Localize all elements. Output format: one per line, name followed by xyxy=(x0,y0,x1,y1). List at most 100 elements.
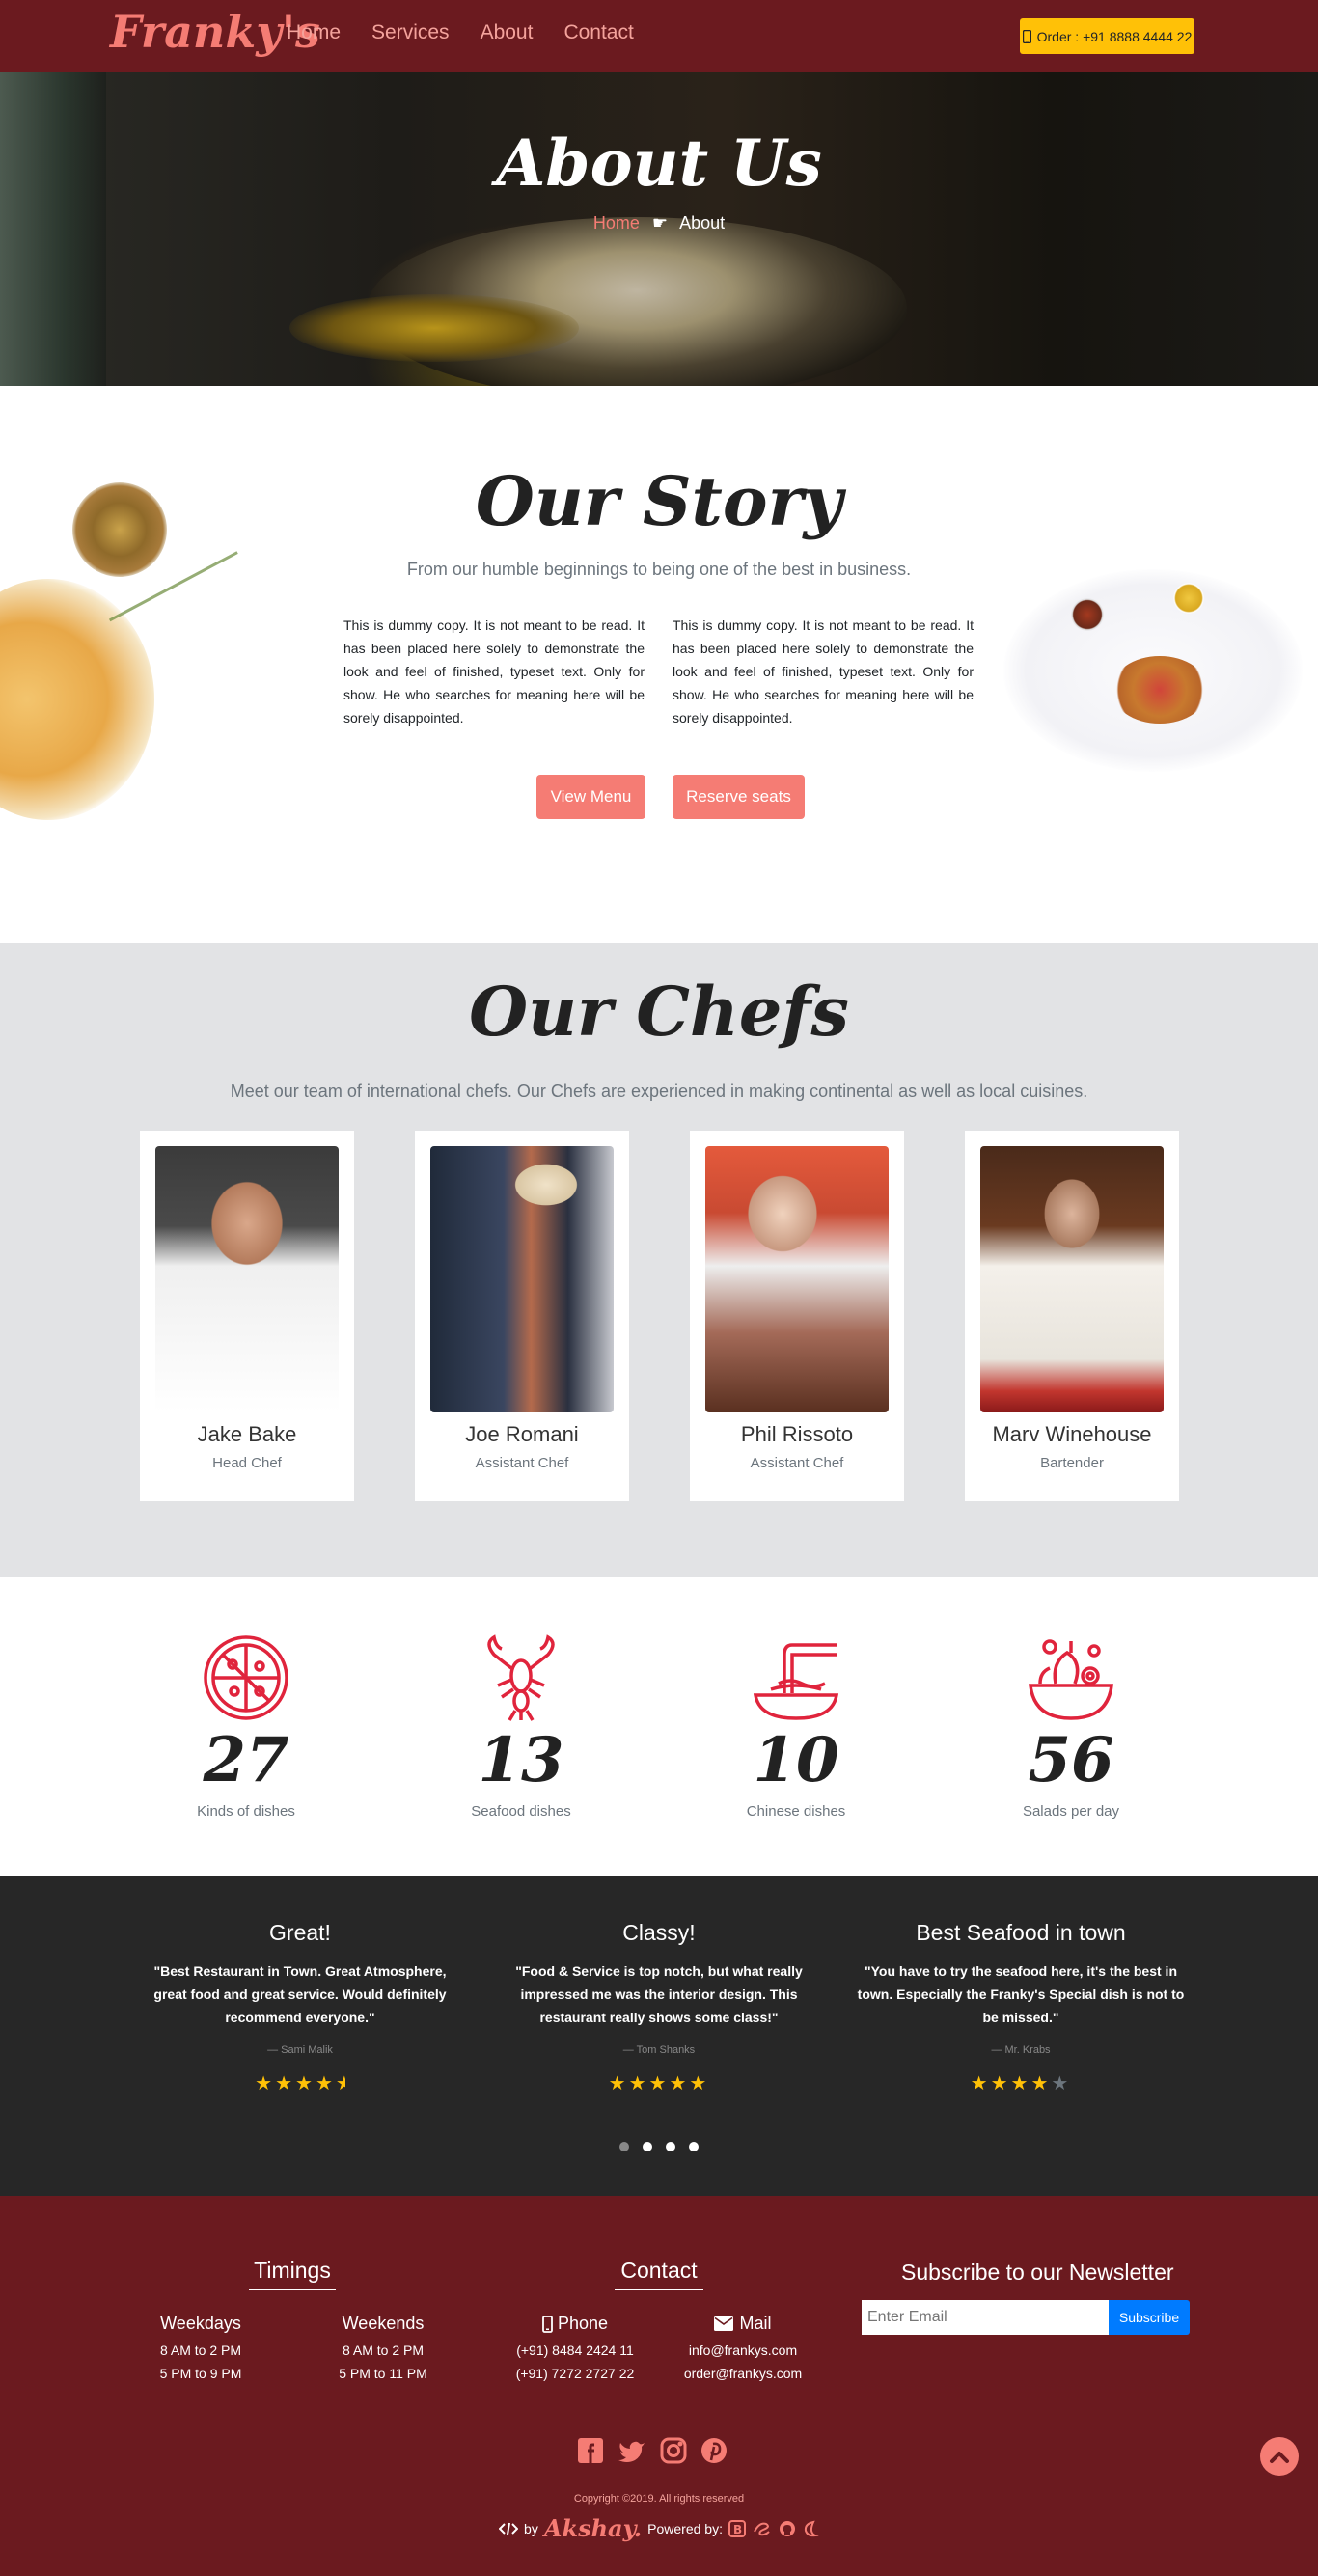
star-icon: ★ xyxy=(275,2073,295,2095)
chef-role: Bartender xyxy=(1040,1455,1104,1471)
chef-name: Phil Rissoto xyxy=(740,1422,854,1446)
mail-label: Mail xyxy=(739,2314,772,2333)
weekends-hours: 8 AM to 2 PM xyxy=(342,2343,425,2358)
view-menu-button[interactable]: View Menu xyxy=(536,775,645,819)
stat-item: 56 Salads per day xyxy=(960,1633,1182,1820)
star-icon: ★ xyxy=(255,2073,276,2095)
star-rating: ★★★★★ xyxy=(495,2071,823,2096)
star-icon: ★ xyxy=(1010,2073,1031,2095)
testimonial-author: — Sami Malik xyxy=(267,2044,333,2056)
bootstrap-icon[interactable]: B xyxy=(728,2519,746,2537)
noodles-icon xyxy=(753,1643,839,1720)
order-button[interactable]: Order : +91 8888 4444 22 xyxy=(1020,18,1194,54)
nav-links: Home Services About Contact xyxy=(287,21,634,44)
story-column-right: This is dummy copy. It is not meant to b… xyxy=(673,617,974,726)
carousel-indicators xyxy=(0,2142,1318,2151)
chef-photo xyxy=(430,1146,614,1412)
stat-label: Kinds of dishes xyxy=(197,1803,295,1820)
story-subtitle: From our humble beginnings to being one … xyxy=(406,560,912,579)
stat-label: Chinese dishes xyxy=(746,1803,846,1820)
instagram-icon[interactable] xyxy=(660,2437,687,2464)
hand-point-right-icon: ☛ xyxy=(651,213,669,233)
mobile-phone-icon xyxy=(542,2315,553,2333)
breadcrumb-home[interactable]: Home xyxy=(593,213,640,233)
nav-link-about[interactable]: About xyxy=(481,21,534,44)
weekdays-hours: 8 AM to 2 PM xyxy=(159,2343,242,2358)
sass-icon[interactable] xyxy=(752,2520,773,2537)
pinterest-icon[interactable] xyxy=(700,2437,728,2464)
stat-value: 27 xyxy=(203,1724,289,1796)
pizza-icon xyxy=(204,1635,288,1720)
chevron-up-icon xyxy=(1270,2452,1289,2463)
stat-label: Salads per day xyxy=(1022,1803,1120,1820)
credits-by: by xyxy=(524,2520,538,2536)
nav-link-home[interactable]: Home xyxy=(287,21,341,44)
testimonial: Classy! "Food & Service is top notch, bu… xyxy=(495,1920,823,2096)
breadcrumb-current: About xyxy=(679,213,726,233)
weekdays-hours: 5 PM to 9 PM xyxy=(159,2366,242,2381)
contact-title: Contact xyxy=(615,2258,703,2290)
phone-heading: Phone xyxy=(503,2314,647,2334)
chef-name: Marv Winehouse xyxy=(992,1422,1152,1446)
chef-card: Joe Romani Assistant Chef xyxy=(415,1131,629,1501)
github-icon[interactable] xyxy=(779,2520,796,2537)
chefs-section: Our Chefs Meet our team of international… xyxy=(0,943,1318,1577)
star-icon: ★ xyxy=(315,2073,336,2095)
testimonial-quote: "Food & Service is top notch, but what r… xyxy=(515,1963,803,2025)
powered-by-label: Powered by: xyxy=(647,2520,723,2536)
chef-card: Phil Rissoto Assistant Chef xyxy=(690,1131,904,1501)
star-icon: ★ xyxy=(970,2073,991,2095)
email-address[interactable]: info@frankys.com xyxy=(656,2343,830,2358)
honey-bowl-image xyxy=(1173,583,1204,614)
facebook-icon[interactable] xyxy=(577,2437,604,2464)
star-icon: ★ xyxy=(628,2073,649,2095)
chef-photo xyxy=(980,1146,1164,1412)
scroll-to-top-button[interactable] xyxy=(1260,2437,1299,2476)
code-icon xyxy=(499,2522,519,2535)
chef-role: Head Chef xyxy=(212,1455,282,1471)
testimonial: Best Seafood in town "You have to try th… xyxy=(857,1920,1185,2096)
star-icon: ★ xyxy=(1030,2073,1052,2095)
navbar: Franky's Home Services About Contact Ord… xyxy=(0,0,1318,72)
phone-number[interactable]: (+91) 8484 2424 11 xyxy=(488,2343,662,2358)
star-icon: ★ xyxy=(669,2073,690,2095)
mail-heading: Mail xyxy=(671,2314,815,2334)
nav-link-services[interactable]: Services xyxy=(371,21,450,44)
email-address[interactable]: order@frankys.com xyxy=(656,2366,830,2381)
footer: Timings Weekdays 8 AM to 2 PM 5 PM to 9 … xyxy=(0,2196,1318,2576)
salad-icon xyxy=(1029,1639,1113,1720)
author-signature[interactable]: Akshay. xyxy=(544,2514,642,2542)
timings-title: Timings xyxy=(249,2258,336,2290)
phone-number[interactable]: (+91) 7272 2727 22 xyxy=(488,2366,662,2381)
testimonial-author: — Mr. Krabs xyxy=(991,2044,1051,2056)
twitter-icon[interactable] xyxy=(618,2437,646,2464)
chefs-title: Our Chefs xyxy=(469,972,849,1052)
reserve-seats-button[interactable]: Reserve seats xyxy=(673,775,805,819)
weekends-hours: 5 PM to 11 PM xyxy=(339,2366,427,2381)
star-empty-icon: ★ xyxy=(1051,2073,1072,2095)
mobile-phone-icon xyxy=(1022,29,1031,43)
carousel-dot[interactable] xyxy=(666,2142,675,2151)
carousel-dot[interactable] xyxy=(619,2142,629,2151)
testimonial-quote: "Best Restaurant in Town. Great Atmosphe… xyxy=(153,1963,447,2025)
moon-icon[interactable] xyxy=(802,2520,819,2537)
nav-link-contact[interactable]: Contact xyxy=(563,21,633,44)
stat-value: 56 xyxy=(1028,1724,1114,1796)
testimonials-section: Great! "Best Restaurant in Town. Great A… xyxy=(0,1876,1318,2196)
carousel-dot[interactable] xyxy=(643,2142,652,2151)
stat-item: 10 Chinese dishes xyxy=(685,1633,907,1820)
chefs-subtitle: Meet our team of international chefs. Ou… xyxy=(230,1082,1088,1101)
newsletter-email-input[interactable] xyxy=(862,2300,1109,2335)
story-title: Our Story xyxy=(475,461,843,541)
subscribe-button[interactable]: Subscribe xyxy=(1109,2300,1190,2335)
hero-banner: About Us Home ☛ About xyxy=(0,72,1318,386)
chef-role: Assistant Chef xyxy=(475,1455,569,1471)
chef-name: Jake Bake xyxy=(197,1422,297,1446)
star-icon: ★ xyxy=(608,2073,629,2095)
carousel-dot[interactable] xyxy=(689,2142,699,2151)
story-column-left: This is dummy copy. It is not meant to b… xyxy=(343,617,645,726)
chef-card: Marv Winehouse Bartender xyxy=(965,1131,1179,1501)
testimonial-title: Best Seafood in town xyxy=(916,1920,1126,1945)
order-label: Order : +91 8888 4444 22 xyxy=(1036,28,1193,44)
stat-item: 13 Seafood dishes xyxy=(410,1633,632,1820)
